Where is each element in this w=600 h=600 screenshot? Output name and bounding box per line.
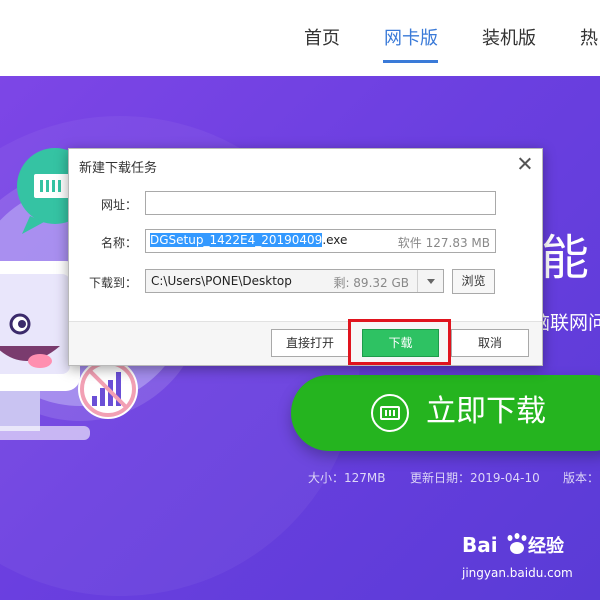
hero-headline: 能 (541, 230, 590, 286)
file-size-label: 软件 127.83 MB (397, 236, 490, 250)
svg-text:经验: 经验 (528, 535, 565, 557)
file-size-text: 大小：127MB (308, 471, 386, 485)
url-label: 网址： (100, 198, 137, 212)
filename-extension: .exe (322, 233, 348, 247)
update-date-text: 更新日期：2019-04-10 (410, 471, 540, 485)
browse-button[interactable]: 浏览 (452, 269, 495, 294)
chevron-down-icon[interactable] (417, 270, 443, 292)
top-nav: 首页 网卡版 装机版 热 (0, 0, 600, 76)
nav-item-netcard[interactable]: 网卡版 (384, 26, 438, 52)
url-input[interactable] (145, 191, 496, 215)
free-space-label: 剩: 89.32 GB (333, 276, 409, 290)
open-directly-button[interactable]: 直接打开 (271, 329, 349, 357)
save-path-select[interactable]: C:\Users\PONE\Desktop 剩: 89.32 GB (145, 269, 444, 293)
network-card-icon (371, 394, 409, 432)
close-icon[interactable] (514, 153, 536, 175)
filename-selected-text: DGSetup_1422E4_20190409 (150, 233, 323, 247)
nav-active-underline (383, 60, 438, 63)
save-path-label: 下载到： (89, 276, 138, 290)
save-path-value: C:\Users\PONE\Desktop (151, 274, 292, 288)
baidu-jingyan-watermark: Bai 经验 jingyan.baidu.com (462, 530, 582, 590)
dialog-title: 新建下载任务 (79, 161, 158, 176)
name-label: 名称： (100, 236, 137, 250)
download-now-label: 立即下载 (426, 394, 546, 429)
svg-text:Bai: Bai (462, 533, 498, 557)
no-signal-icon (78, 359, 138, 419)
watermark-url: jingyan.baidu.com (462, 566, 573, 580)
highlight-box (348, 319, 451, 365)
version-text: 版本： (563, 471, 600, 485)
nav-item-install[interactable]: 装机版 (482, 26, 536, 52)
nav-item-hot[interactable]: 热 (580, 26, 598, 52)
download-now-button[interactable]: 立即下载 (291, 375, 600, 451)
cancel-button[interactable]: 取消 (451, 329, 529, 357)
nav-item-home[interactable]: 首页 (304, 26, 340, 52)
watermark-logo: Bai 经验 (462, 530, 582, 566)
filename-input[interactable]: DGSetup_1422E4_20190409.exe 软件 127.83 MB (145, 229, 496, 253)
new-download-dialog: 新建下载任务 网址： 名称： DGSetup_1422E4_20190409.e… (68, 148, 543, 366)
